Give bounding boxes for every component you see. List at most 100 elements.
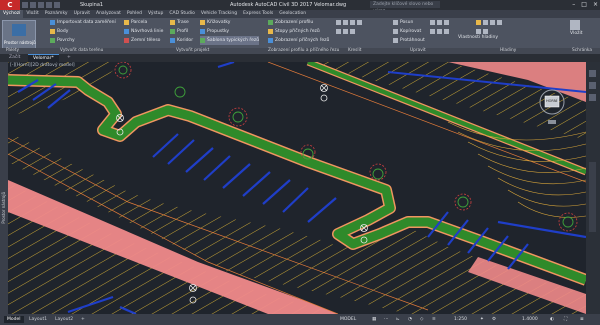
ribbon-tab-7[interactable]: CAD Studio — [166, 10, 197, 18]
ortho-icon[interactable]: ⊾ — [396, 316, 400, 323]
rotate-icon[interactable] — [430, 20, 435, 25]
line-icon[interactable] — [336, 20, 341, 25]
hatch-icon[interactable] — [343, 29, 348, 34]
ribbon-tab-2[interactable]: Poznámky — [42, 10, 71, 18]
zoom-icon[interactable] — [589, 82, 596, 89]
model-space-toggle[interactable]: MODEL — [340, 316, 356, 323]
customize-icon[interactable]: ≣ — [580, 316, 584, 323]
isolate-icon[interactable]: ◐ — [550, 316, 554, 323]
ribbon-tab-4[interactable]: Analyzovat — [93, 10, 124, 18]
draw-row-1 — [336, 18, 362, 27]
viewcube[interactable]: HORNÍ — [538, 88, 566, 116]
save-icon[interactable] — [38, 2, 44, 8]
ribbon-tab-6[interactable]: Výstup — [145, 10, 166, 18]
profile-icon — [170, 29, 175, 34]
lock-icon[interactable] — [490, 20, 495, 25]
scale-icon[interactable] — [437, 29, 442, 34]
pan-icon[interactable] — [589, 70, 596, 77]
toolspace-palette-strip[interactable]: Prostor nástrojů — [0, 62, 8, 314]
fillet-icon[interactable] — [430, 29, 435, 34]
parcel-button[interactable]: Parcela — [124, 18, 163, 27]
tool-palettes-button[interactable]: Prostor nástrojů — [2, 20, 36, 50]
search-input[interactable]: Zadejte klíčové slovo nebo výraz — [370, 1, 440, 14]
section-views-button[interactable]: Zobrazení příčných řezů — [268, 36, 329, 45]
application-menu-button[interactable]: C — [0, 0, 20, 10]
corridor-label: Koridor — [177, 38, 194, 43]
tab-model[interactable]: Model — [4, 316, 24, 323]
polyline-icon[interactable] — [343, 20, 348, 25]
minimize-icon[interactable]: – — [572, 1, 575, 8]
quick-access-toolbar — [22, 2, 60, 8]
layer-color-icon[interactable] — [497, 20, 502, 25]
undo-icon[interactable] — [46, 2, 52, 8]
polar-icon[interactable]: ◔ — [408, 316, 412, 323]
points-button[interactable]: Body — [50, 27, 116, 36]
osnap-icon[interactable]: ◇ — [420, 316, 423, 323]
ribbon-tab-8[interactable]: Vehicle Tracking — [198, 10, 240, 18]
light-bulb-icon[interactable] — [476, 20, 481, 25]
stretch-button[interactable]: Protáhnout — [393, 36, 425, 45]
grid-icon[interactable]: ▦ — [372, 316, 376, 323]
open-icon[interactable] — [30, 2, 36, 8]
new-icon[interactable] — [22, 2, 28, 8]
intersections-button[interactable]: Křižovatky — [200, 18, 259, 27]
circle-icon[interactable] — [350, 20, 355, 25]
paste-button[interactable]: Vložit — [570, 19, 582, 38]
viewport-controls[interactable]: [-][Horní][2D drátový model] — [10, 63, 75, 68]
surfaces-button[interactable]: Povrchy — [50, 36, 116, 45]
pipes-button[interactable]: Propustky — [200, 27, 259, 36]
ribbon-tab-3[interactable]: Upravit — [71, 10, 93, 18]
import-survey-button[interactable]: Importovat data zaměření — [50, 18, 116, 27]
ribbon-tab-9[interactable]: Express Tools — [240, 10, 276, 18]
layer-properties-button[interactable]: Vlastnosti hladiny — [458, 33, 498, 42]
ribbon-col-parcel: Parcela Návrhová linie Zemní těleso — [124, 18, 163, 45]
ribbon-tab-10[interactable]: Geolocation — [276, 10, 309, 18]
sample-lines-button[interactable]: Stopy příčných řezů — [268, 27, 329, 36]
redo-icon[interactable] — [54, 2, 60, 8]
add-layout-button[interactable]: + — [78, 316, 88, 323]
new-tab-button[interactable]: + — [62, 54, 76, 62]
ribbon-tab-5[interactable]: Pohled — [124, 10, 145, 18]
workspace-icon[interactable]: ⚙ — [492, 316, 496, 323]
ribbon-col-alignment: Trase Profil Koridor — [170, 18, 193, 45]
trim-icon[interactable] — [444, 20, 449, 25]
feature-line-button[interactable]: Návrhová linie — [124, 27, 163, 36]
wcs-button[interactable] — [548, 120, 556, 124]
profile-view-button[interactable]: Zobrazení profilu — [268, 18, 329, 27]
drawing-canvas[interactable]: [-][Horní][2D drátový model] HORNÍ — [8, 62, 586, 314]
rectangle-icon[interactable] — [336, 29, 341, 34]
pipe-icon — [200, 29, 205, 34]
ribbon-modify-tools — [430, 18, 449, 36]
tool-palettes-label: Prostor nástrojů — [4, 40, 36, 45]
profile-button[interactable]: Profil — [170, 27, 193, 36]
sun-icon[interactable] — [483, 20, 488, 25]
move-button[interactable]: Posun — [393, 18, 425, 27]
ribbon-tab-0[interactable]: Výchozí — [0, 10, 24, 18]
orbit-icon[interactable] — [589, 94, 596, 101]
annotation-visibility-icon[interactable]: ✦ — [480, 316, 484, 323]
alignment-button[interactable]: Trase — [170, 18, 193, 27]
ribbon-tab-1[interactable]: Vložit — [23, 10, 41, 18]
text-icon[interactable] — [350, 29, 355, 34]
grading-button[interactable]: Zemní těleso — [124, 36, 163, 45]
array-icon[interactable] — [444, 29, 449, 34]
vertical-scrollbar[interactable] — [589, 162, 596, 232]
tab-layout2[interactable]: Layout2 — [52, 316, 76, 323]
copy-button[interactable]: Kopírovat — [393, 27, 425, 36]
annotation-scale[interactable]: 1:250 — [454, 316, 467, 323]
close-icon[interactable]: × — [593, 1, 598, 8]
lineweight-icon[interactable]: ≡ — [432, 316, 436, 323]
tab-layout1[interactable]: Layout1 — [26, 316, 50, 323]
maximize-icon[interactable]: □ — [581, 1, 587, 8]
workspace-name[interactable]: Skupina1 — [80, 2, 103, 8]
arc-icon[interactable] — [357, 20, 362, 25]
tab-start[interactable]: Začít — [4, 54, 26, 62]
stretch-label: Protáhnout — [400, 38, 425, 43]
snap-icon[interactable]: ⋯ — [384, 316, 389, 323]
copy-label: Kopírovat — [400, 29, 422, 34]
assembly-label: Šablona typických řezů — [207, 38, 260, 43]
assembly-button[interactable]: Šablona typických řezů — [200, 36, 260, 45]
mirror-icon[interactable] — [437, 20, 442, 25]
corridor-button[interactable]: Koridor — [170, 36, 193, 45]
fullscreen-icon[interactable]: ⛶ — [564, 316, 567, 323]
